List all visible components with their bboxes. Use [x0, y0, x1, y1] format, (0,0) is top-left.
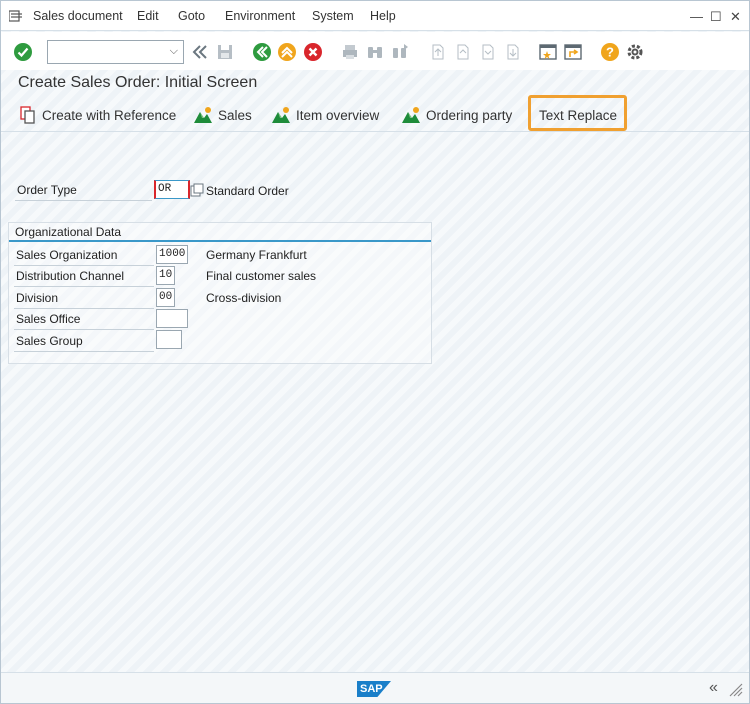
item-overview-label: Item overview — [296, 107, 380, 123]
create-session-icon[interactable] — [538, 42, 558, 62]
group-title: Organizational Data — [15, 225, 122, 239]
menu-help[interactable]: Help — [370, 9, 396, 23]
help-icon[interactable]: ? — [600, 42, 620, 62]
order-type-label: Order Type — [15, 183, 152, 201]
copy-document-icon — [20, 106, 35, 124]
order-type-description: Standard Order — [206, 184, 289, 198]
back-icon[interactable] — [252, 42, 272, 62]
division-description: Cross-division — [206, 291, 282, 305]
sales-group-input[interactable] — [156, 330, 182, 349]
distribution-channel-label: Distribution Channel — [14, 269, 154, 287]
chevron-down-icon[interactable]: ⌵ — [170, 45, 178, 58]
menu-goto[interactable]: Goto — [178, 9, 205, 23]
minimize-button[interactable]: — — [690, 9, 703, 24]
next-page-icon[interactable] — [478, 42, 498, 62]
maximize-button[interactable]: ☐ — [710, 9, 722, 25]
enter-icon[interactable] — [13, 42, 33, 62]
text-replace-highlight — [528, 95, 627, 131]
cancel-icon[interactable] — [303, 42, 323, 62]
group-divider — [9, 240, 431, 242]
create-with-reference-button[interactable]: Create with Reference — [19, 104, 176, 126]
order-type-input[interactable]: OR — [154, 180, 190, 199]
first-page-icon[interactable] — [428, 42, 448, 62]
sales-organization-input[interactable]: 1000 — [156, 245, 188, 264]
application-toolbar: Create with Reference Sales Item overvie… — [1, 96, 749, 132]
save-icon[interactable] — [215, 42, 235, 62]
menu-sales-document[interactable]: Sales document — [33, 9, 123, 23]
close-button[interactable]: ✕ — [730, 9, 741, 25]
generate-shortcut-icon[interactable] — [563, 42, 583, 62]
create-with-reference-label: Create with Reference — [42, 107, 177, 123]
mountain-icon — [194, 107, 212, 123]
find-next-icon[interactable] — [390, 42, 410, 62]
find-icon[interactable] — [365, 42, 385, 62]
double-chevron-left-icon[interactable] — [190, 42, 210, 62]
sales-organization-description: Germany Frankfurt — [206, 248, 307, 262]
sap-logo: SAP — [357, 681, 391, 697]
distribution-channel-input[interactable]: 10 — [156, 266, 175, 285]
command-field[interactable]: ⌵ — [47, 40, 184, 64]
mountain-icon — [402, 107, 420, 123]
sales-button[interactable]: Sales — [193, 104, 252, 126]
previous-page-icon[interactable] — [453, 42, 473, 62]
exit-icon[interactable] — [277, 42, 297, 62]
item-overview-button[interactable]: Item overview — [271, 104, 379, 126]
sales-label: Sales — [218, 107, 252, 123]
gear-icon[interactable] — [625, 42, 645, 62]
mountain-icon — [272, 107, 290, 123]
sales-office-label: Sales Office — [14, 312, 154, 330]
division-input[interactable]: 00 — [156, 288, 175, 307]
resize-grip-icon[interactable] — [729, 683, 743, 700]
menu-bar: Sales document Edit Goto Environment Sys… — [1, 1, 749, 31]
page-title: Create Sales Order: Initial Screen — [18, 74, 258, 91]
sales-office-input[interactable] — [156, 309, 188, 328]
last-page-icon[interactable] — [503, 42, 523, 62]
menu-edit[interactable]: Edit — [137, 9, 159, 23]
sales-group-label: Sales Group — [14, 334, 154, 352]
double-chevron-left-icon[interactable]: « — [709, 679, 718, 697]
division-label: Division — [14, 291, 154, 309]
menu-environment[interactable]: Environment — [225, 9, 295, 23]
value-help-icon[interactable] — [190, 183, 204, 197]
ordering-party-button[interactable]: Ordering party — [401, 104, 512, 126]
ordering-party-label: Ordering party — [426, 107, 513, 123]
status-bar: SAP « — [1, 672, 749, 703]
distribution-channel-description: Final customer sales — [206, 269, 317, 283]
standard-toolbar: ⌵ ? — [1, 32, 749, 70]
svg-text:?: ? — [606, 45, 614, 60]
sales-organization-label: Sales Organization — [14, 248, 154, 266]
menu-icon[interactable] — [9, 10, 23, 22]
print-icon[interactable] — [340, 42, 360, 62]
menu-system[interactable]: System — [312, 9, 354, 23]
